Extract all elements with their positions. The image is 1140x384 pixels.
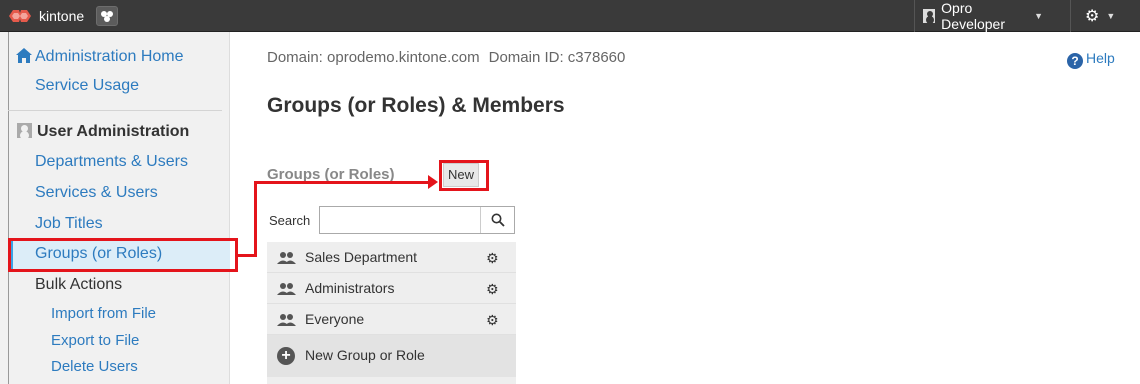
gear-icon[interactable]: ⚙ — [486, 281, 499, 298]
new-group-label: New Group or Role — [305, 347, 425, 363]
plus-icon: + — [277, 347, 295, 365]
home-icon — [16, 48, 32, 63]
group-item[interactable]: Administrators ⚙ — [267, 273, 516, 304]
sidebar-item-delete-users[interactable]: Delete Users — [51, 358, 138, 375]
help-label: Help — [1086, 50, 1115, 66]
sidebar-item-job-titles[interactable]: Job Titles — [35, 215, 103, 233]
apps-menu-button[interactable] — [96, 6, 118, 26]
search-icon — [491, 213, 505, 227]
caret-down-icon: ▼ — [1034, 11, 1043, 21]
user-menu[interactable]: Opro Developer ▼ — [914, 0, 1043, 32]
sidebar-item-label: Service Usage — [35, 77, 140, 94]
annotation-connector — [236, 254, 256, 257]
group-name: Everyone — [305, 311, 365, 327]
top-bar: kintone Opro Developer ▼ ⚙ ▼ — [0, 0, 1140, 32]
group-icon — [277, 252, 296, 264]
sidebar-item-export-to-file[interactable]: Export to File — [51, 332, 139, 349]
sidebar-heading-label: User Administration — [37, 123, 190, 140]
search-label: Search — [269, 213, 311, 228]
group-list: Sales Department ⚙ Administrators ⚙ Ever… — [267, 242, 516, 384]
sidebar-divider — [8, 110, 222, 111]
annotation-connector — [254, 181, 257, 257]
domain-text: Domain: oprodemo.kintone.com — [267, 49, 480, 66]
domain-info: Domain: oprodemo.kintone.com Domain ID: c… — [267, 49, 625, 66]
caret-down-icon: ▼ — [1106, 11, 1116, 21]
app-name[interactable]: kintone — [39, 8, 84, 24]
gear-icon[interactable]: ⚙ — [486, 312, 499, 329]
sidebar-item-departments-users[interactable]: Departments & Users — [35, 153, 188, 171]
annotation-highlight-sidebar — [8, 238, 238, 272]
apps-icon — [101, 11, 113, 22]
new-group-row[interactable]: + New Group or Role — [267, 335, 516, 377]
gear-icon: ⚙ — [1085, 8, 1100, 25]
search-input[interactable] — [320, 207, 480, 233]
sidebar-item-label: Administration Home — [35, 48, 184, 65]
help-icon: ? — [1067, 53, 1083, 69]
user-icon — [17, 123, 32, 138]
annotation-connector — [254, 181, 428, 184]
sidebar-item-import-from-file[interactable]: Import from File — [51, 305, 156, 322]
sidebar-item-label: Export to File — [51, 332, 140, 349]
help-link[interactable]: ? Help — [1067, 50, 1115, 69]
user-icon — [923, 9, 936, 23]
sidebar-item-service-usage[interactable]: Service Usage — [35, 77, 139, 95]
group-item[interactable]: Everyone ⚙ — [267, 304, 516, 335]
sidebar-edge — [8, 32, 9, 384]
sidebar-heading-user-administration: User Administration — [17, 123, 189, 141]
group-item[interactable]: Sales Department ⚙ — [267, 242, 516, 273]
group-icon — [277, 283, 296, 295]
group-name: Sales Department — [305, 249, 418, 265]
sidebar-item-administration-home[interactable]: Administration Home — [16, 48, 184, 66]
group-name: Administrators — [305, 280, 395, 296]
sidebar-item-label: Delete Users — [51, 358, 138, 375]
sidebar-item-label: Bulk Actions — [35, 276, 123, 293]
annotation-highlight-new-button — [439, 160, 489, 191]
sidebar-item-services-users[interactable]: Services & Users — [35, 184, 158, 202]
settings-menu[interactable]: ⚙ ▼ — [1070, 0, 1140, 32]
sidebar-item-label: Import from File — [51, 305, 157, 322]
page-title: Groups (or Roles) & Members — [267, 94, 565, 117]
user-name: Opro Developer — [941, 0, 1005, 32]
group-icon — [277, 314, 296, 326]
sidebar-item-bulk-actions: Bulk Actions — [35, 276, 122, 294]
sidebar-item-label: Services & Users — [35, 184, 158, 201]
list-footer — [267, 377, 516, 384]
sidebar-item-label: Departments & Users — [35, 153, 188, 170]
search-button[interactable] — [480, 207, 514, 233]
annotation-arrow-icon — [428, 175, 438, 189]
search-box — [319, 206, 515, 234]
kintone-logo-icon[interactable] — [9, 9, 31, 23]
domain-id-text: Domain ID: c378660 — [488, 49, 626, 66]
gear-icon[interactable]: ⚙ — [486, 250, 499, 267]
sidebar-item-label: Job Titles — [35, 215, 103, 232]
